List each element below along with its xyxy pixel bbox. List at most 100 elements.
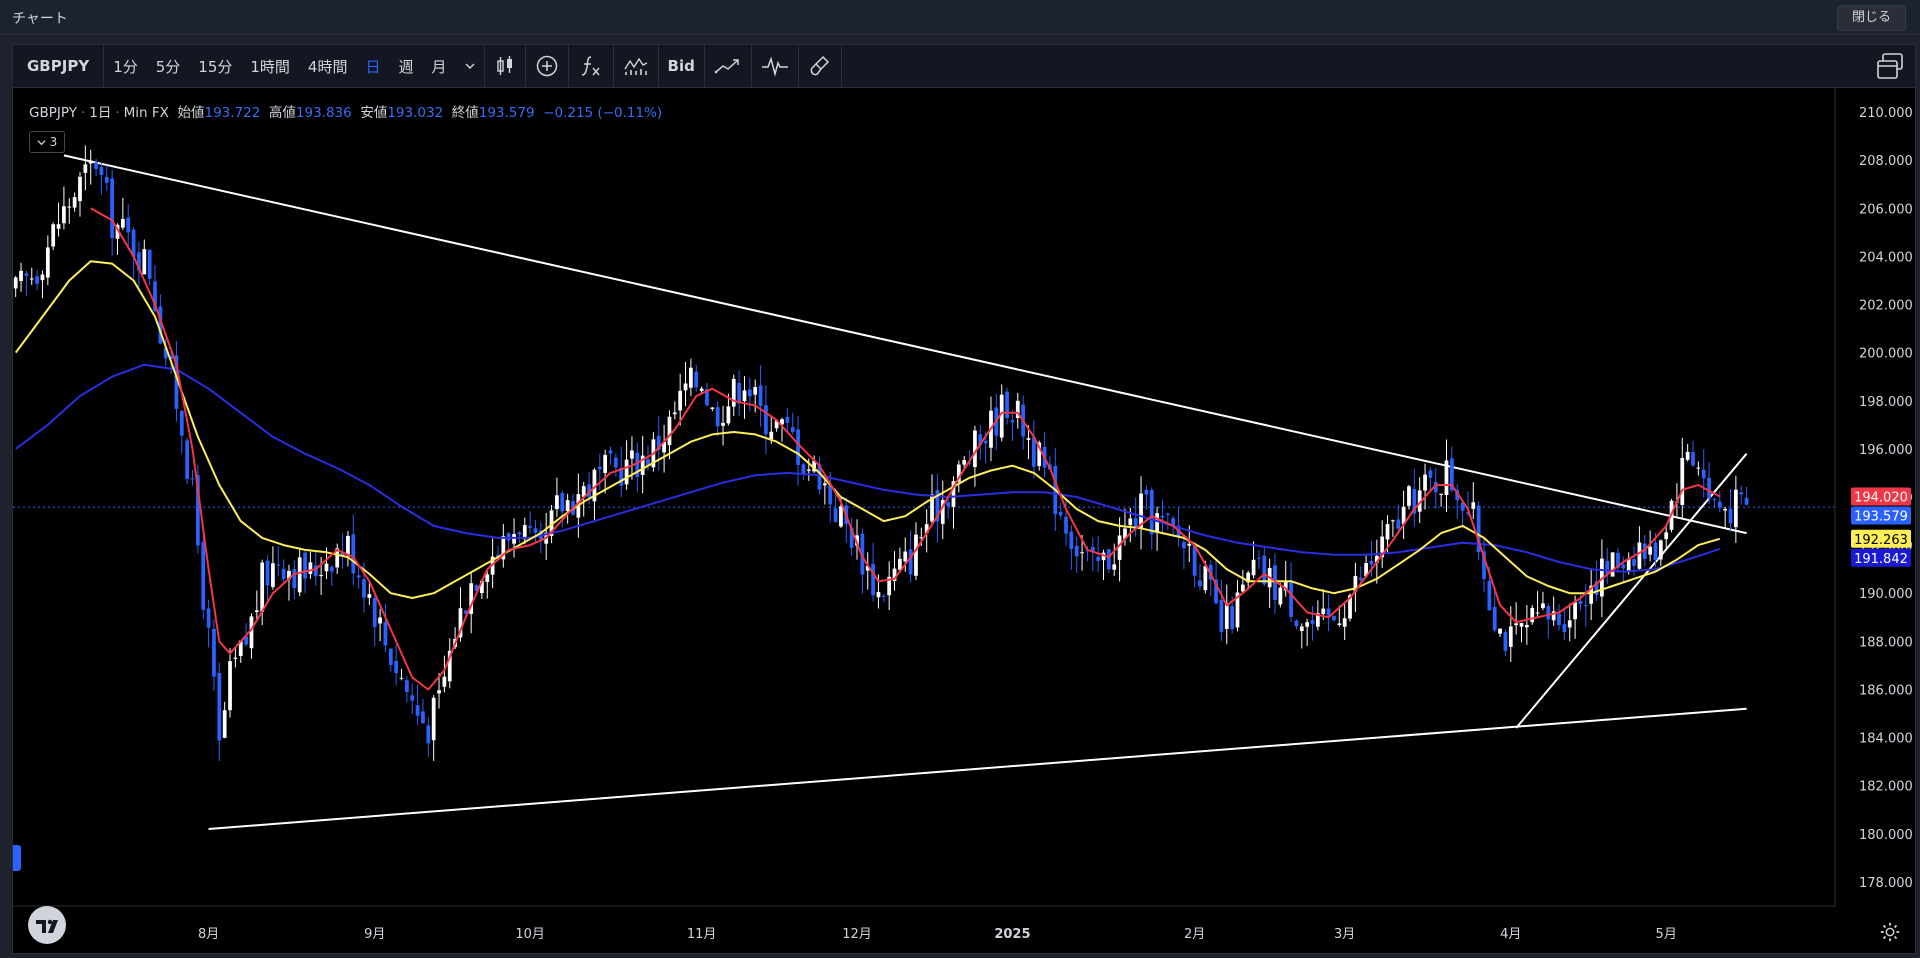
timeframe-dropdown[interactable] <box>456 45 484 87</box>
candle <box>378 617 382 624</box>
brush-icon <box>810 55 829 76</box>
symbol-search-button[interactable]: GBPJPY <box>13 45 105 87</box>
candle <box>271 563 275 587</box>
candle <box>1187 543 1192 546</box>
candle <box>303 552 307 579</box>
candle <box>1658 540 1663 560</box>
candle <box>1278 587 1283 605</box>
chart-type-button[interactable] <box>485 45 525 87</box>
candle <box>876 592 881 598</box>
candle <box>790 427 795 432</box>
candle <box>1557 613 1561 626</box>
candle <box>142 249 147 275</box>
y-tick-label: 178.000 <box>1859 876 1913 891</box>
candle <box>1198 580 1202 587</box>
candle <box>1696 467 1701 469</box>
candle <box>426 725 431 744</box>
candle <box>254 610 259 612</box>
timeframe-1mo[interactable]: 月 <box>423 45 456 87</box>
legend-close: 193.579 <box>478 105 535 121</box>
chart-legend: GBPJPY · 1日 · Min FX 始値193.722 高値193.836 安値1… <box>29 105 663 121</box>
candle <box>346 535 350 555</box>
pulse-button[interactable] <box>752 45 798 87</box>
candle <box>1230 606 1235 629</box>
timeframe-1w[interactable]: 週 <box>389 45 422 87</box>
chart-frame: GBPJPY 1分 5分 15分 1時間 4時間 日 週 月 Bid 178.0… <box>12 44 1916 954</box>
legend-close-label: 終値 <box>451 105 479 121</box>
x-tick-label: 2025 <box>994 927 1030 942</box>
candle <box>683 383 688 391</box>
candle <box>228 661 232 711</box>
candle <box>383 621 388 646</box>
candle <box>1691 452 1695 466</box>
window-titlebar: チャート 閉じる <box>0 0 1920 35</box>
cleanup-button[interactable] <box>799 45 841 87</box>
timeframe-1h[interactable]: 1時間 <box>241 45 299 87</box>
candle <box>1610 552 1615 577</box>
candle <box>555 495 559 510</box>
gear-icon[interactable] <box>1879 921 1901 943</box>
candle <box>179 410 184 436</box>
candle <box>914 534 918 576</box>
timeframe-15m[interactable]: 15分 <box>189 45 241 87</box>
candle <box>962 460 967 465</box>
candle <box>1224 603 1229 629</box>
templates-button[interactable] <box>614 45 658 87</box>
candle <box>110 178 115 239</box>
price-chart[interactable]: 178.000 180.000 182.000 184.000 186.000 188.0… <box>13 88 1915 953</box>
scroll-handle[interactable] <box>13 845 21 871</box>
candle <box>1567 620 1572 628</box>
candle <box>1637 542 1642 569</box>
close-button[interactable]: 閉じる <box>1836 5 1906 31</box>
x-tick-label: 10月 <box>515 927 545 942</box>
candle <box>212 628 216 677</box>
indicator-collapse-button[interactable]: 3 <box>29 131 65 153</box>
candle <box>1251 559 1256 576</box>
y-tick-label: 206.000 <box>1859 202 1913 217</box>
candle <box>758 385 763 407</box>
price-source-button[interactable]: Bid <box>659 45 704 87</box>
candle <box>126 217 131 233</box>
candle <box>1128 518 1133 526</box>
y-tick-label: 208.000 <box>1859 154 1913 169</box>
candle <box>1728 508 1733 524</box>
layout-button[interactable] <box>1873 49 1907 83</box>
candle <box>1240 584 1245 592</box>
candle <box>260 562 265 612</box>
candle <box>1358 577 1363 580</box>
candle <box>1739 492 1744 495</box>
candle <box>764 405 768 435</box>
timeframe-4h[interactable]: 4時間 <box>299 45 357 87</box>
candle <box>249 616 254 649</box>
trade-arrow-button[interactable] <box>705 45 751 87</box>
candle <box>533 528 538 533</box>
candle <box>1712 498 1717 500</box>
candle <box>431 697 436 741</box>
legend-low-label: 安値 <box>360 105 388 121</box>
candlestick-icon <box>496 56 512 75</box>
candle <box>1026 438 1031 440</box>
candle <box>485 574 490 582</box>
candle <box>694 371 699 388</box>
candle <box>747 389 752 397</box>
candle <box>597 466 602 470</box>
candle <box>1546 606 1551 620</box>
candle <box>78 176 82 202</box>
candle <box>737 382 741 404</box>
legend-high-label: 高値 <box>268 105 296 121</box>
candle <box>1064 516 1068 534</box>
candle <box>206 608 211 628</box>
compare-button[interactable] <box>526 45 568 87</box>
candle <box>356 575 361 578</box>
candle <box>839 506 843 527</box>
candle <box>1305 622 1310 627</box>
candle <box>721 422 725 426</box>
indicators-button[interactable] <box>569 45 613 87</box>
timeframe-5m[interactable]: 5分 <box>147 45 190 87</box>
timeframe-1d[interactable]: 日 <box>356 45 389 87</box>
timeframe-1m[interactable]: 1分 <box>104 45 147 87</box>
toolbar-divider <box>840 45 842 87</box>
candle <box>1498 628 1502 634</box>
x-tick-label: 2月 <box>1184 927 1205 942</box>
candle <box>83 164 88 173</box>
